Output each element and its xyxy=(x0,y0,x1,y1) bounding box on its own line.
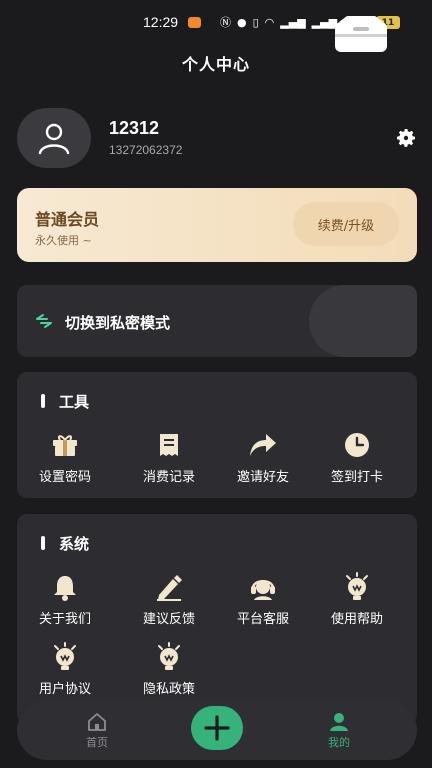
gear-icon xyxy=(397,129,415,147)
nav-mine[interactable]: 我的 xyxy=(317,712,361,750)
private-mode-label: 切换到私密模式 xyxy=(65,314,171,332)
tool-item-set-password[interactable]: 设置密码 xyxy=(17,430,113,490)
system-title: 系统 xyxy=(59,535,90,553)
tool-label: 邀请好友 xyxy=(236,470,289,485)
system-label: 用户协议 xyxy=(38,682,91,697)
system-item-feedback[interactable]: 建议反馈 xyxy=(121,572,217,632)
status-icons: Ⓝ ● ▯ ◠ ▂▄▆ ▂▄▆ xyxy=(220,14,337,30)
user-icon xyxy=(38,123,70,155)
tool-label: 签到打卡 xyxy=(330,470,383,485)
system-section: 系统 关于我们 建议反馈 平台客服 使用帮助 用户协议 隐私政策 xyxy=(17,514,417,724)
private-mode-panel xyxy=(309,285,417,357)
settings-button[interactable] xyxy=(394,126,418,150)
membership-title: 普通会员 xyxy=(35,210,100,229)
vibrate-icon: ▯ xyxy=(252,15,259,29)
renew-button[interactable]: 续费/升级 xyxy=(293,202,399,246)
pencil-icon xyxy=(154,572,184,602)
tools-section: 工具 设置密码 消费记录 邀请好友 签到打卡 xyxy=(17,372,417,498)
section-bar xyxy=(41,394,45,408)
headset-icon xyxy=(248,572,278,602)
tool-label: 设置密码 xyxy=(38,470,91,485)
lightbulb-icon xyxy=(154,642,184,672)
location-icon: ● xyxy=(237,15,247,29)
nfc-icon: Ⓝ xyxy=(220,16,231,29)
bell-icon xyxy=(50,572,80,602)
system-label: 使用帮助 xyxy=(330,612,383,627)
notification-icon xyxy=(188,17,201,28)
private-mode-card[interactable]: 切换到私密模式 xyxy=(17,285,417,357)
bottom-nav: 首页 我的 xyxy=(17,700,417,760)
section-bar xyxy=(41,536,45,550)
membership-card[interactable]: 普通会员 永久使用 ~ 续费/升级 xyxy=(17,188,417,262)
system-item-customer-service[interactable]: 平台客服 xyxy=(215,572,311,632)
tool-item-invite-friends[interactable]: 邀请好友 xyxy=(215,430,311,490)
clock-icon xyxy=(342,430,372,460)
lightbulb-icon xyxy=(342,572,372,602)
system-item-about-us[interactable]: 关于我们 xyxy=(17,572,113,632)
lightbulb-icon xyxy=(50,642,80,672)
tool-item-consumption-record[interactable]: 消费记录 xyxy=(121,430,217,490)
system-item-privacy-policy[interactable]: 隐私政策 xyxy=(121,642,217,702)
private-box-icon xyxy=(335,16,387,52)
gift-box-icon xyxy=(50,430,80,460)
plus-icon xyxy=(204,715,230,741)
system-label: 建议反馈 xyxy=(142,612,195,627)
system-label: 关于我们 xyxy=(38,612,91,627)
receipt-icon xyxy=(154,430,184,460)
system-item-user-agreement[interactable]: 用户协议 xyxy=(17,642,113,702)
system-label: 隐私政策 xyxy=(142,682,195,697)
wifi-icon: ◠ xyxy=(264,15,275,29)
share-arrow-icon xyxy=(248,430,278,460)
nav-home[interactable]: 首页 xyxy=(75,712,119,750)
avatar[interactable] xyxy=(17,108,91,168)
username: 12312 xyxy=(109,118,160,138)
home-icon xyxy=(88,713,106,731)
signal-icon: ▂▄▆ xyxy=(280,15,306,29)
nav-home-label: 首页 xyxy=(86,736,108,749)
system-label: 平台客服 xyxy=(236,612,289,627)
membership-subtitle: 永久使用 ~ xyxy=(35,234,92,247)
tool-item-check-in[interactable]: 签到打卡 xyxy=(309,430,405,490)
add-button[interactable] xyxy=(191,706,243,750)
tools-title: 工具 xyxy=(59,393,90,411)
phone-number: 13272062372 xyxy=(109,143,183,157)
user-icon xyxy=(330,713,348,731)
nav-mine-label: 我的 xyxy=(328,736,350,749)
status-time: 12:29 xyxy=(143,14,179,30)
system-item-help[interactable]: 使用帮助 xyxy=(309,572,405,632)
switch-icon xyxy=(36,314,52,328)
tool-label: 消费记录 xyxy=(142,470,195,485)
